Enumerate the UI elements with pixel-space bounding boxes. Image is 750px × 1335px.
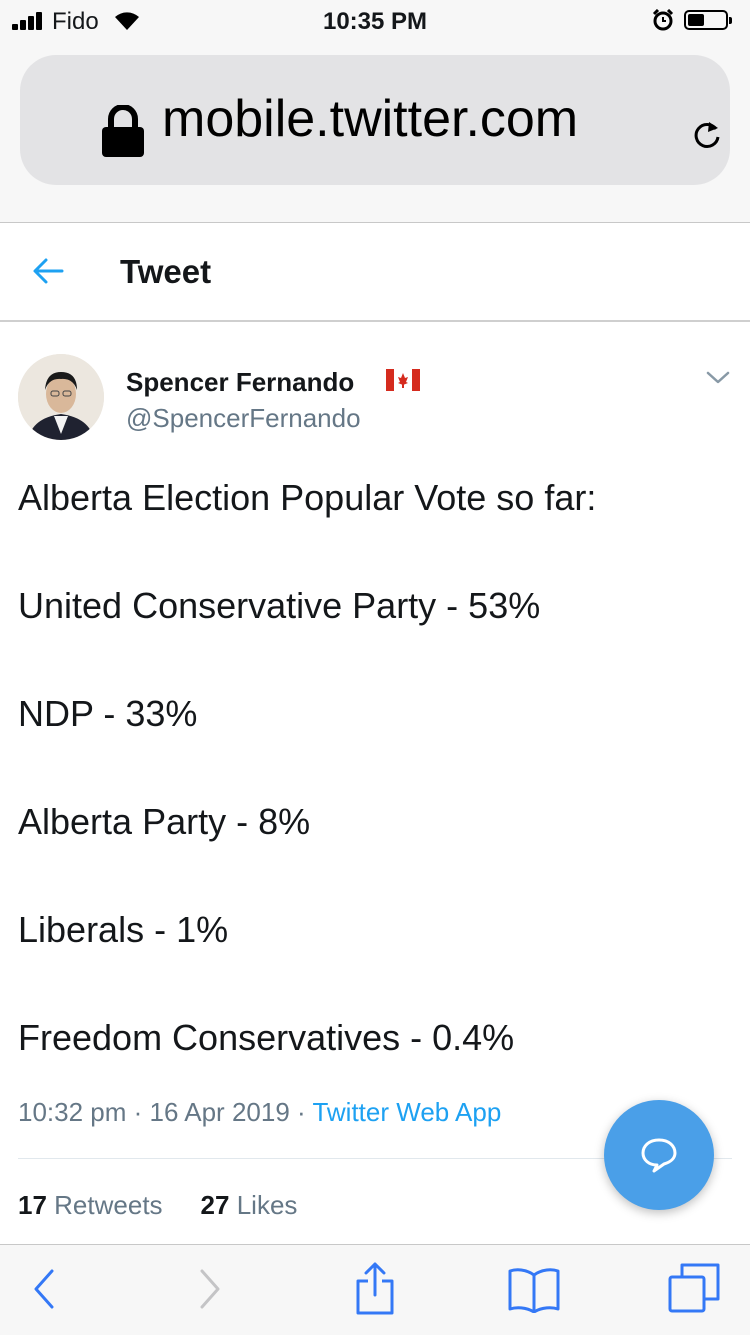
url-text: mobile.twitter.com: [162, 90, 579, 148]
address-bar[interactable]: mobile.twitter.com: [20, 55, 730, 185]
tweet-stats: 17 Retweets 27 Likes: [18, 1190, 297, 1221]
tweet-text-line: Alberta Election Popular Vote so far:: [18, 477, 597, 518]
tweet-source-link[interactable]: Twitter Web App: [312, 1097, 501, 1127]
profile-photo: [18, 354, 104, 440]
tweet-text-line: Liberals - 1%: [18, 909, 229, 950]
browser-toolbar: [0, 1244, 750, 1335]
tweet-date[interactable]: 16 Apr 2019: [150, 1097, 290, 1127]
chevron-down-icon[interactable]: [706, 370, 730, 386]
reply-bubble-icon: [641, 1138, 677, 1173]
tabs-icon[interactable]: [668, 1263, 720, 1313]
retweets-count: 17: [18, 1190, 47, 1220]
avatar[interactable]: [18, 354, 104, 440]
canada-flag-icon: [386, 369, 420, 391]
meta-separator: ·: [297, 1097, 306, 1127]
tweet-text-line: Alberta Party - 8%: [18, 801, 311, 842]
tweet-metadata: 10:32 pm · 16 Apr 2019 · Twitter Web App: [18, 1097, 501, 1128]
tweet-text-line: NDP - 33%: [18, 693, 198, 734]
tweet-text-line: United Conservative Party - 53%: [18, 585, 541, 626]
likes-stat[interactable]: 27 Likes: [201, 1190, 298, 1220]
lock-icon: [102, 105, 144, 157]
page-title: Tweet: [120, 253, 212, 290]
browser-address-area: mobile.twitter.com: [0, 40, 750, 223]
author-name[interactable]: Spencer Fernando: [126, 367, 354, 398]
retweets-stat[interactable]: 17 Retweets: [18, 1190, 163, 1220]
likes-count: 27: [200, 1190, 230, 1220]
battery-icon: [684, 10, 732, 30]
browser-back-icon[interactable]: [30, 1267, 56, 1311]
bookmarks-icon[interactable]: [508, 1267, 560, 1313]
compose-reply-button[interactable]: [604, 1100, 714, 1210]
author-handle[interactable]: @SpencerFernando: [126, 403, 361, 434]
tweet-header: Tweet: [0, 223, 750, 322]
alarm-icon: [652, 9, 674, 31]
battery-level: [688, 14, 704, 26]
likes-label: Likes: [236, 1190, 298, 1220]
reload-icon[interactable]: [690, 118, 724, 152]
status-time: 10:35 PM: [322, 8, 428, 35]
tweet-text-line: Freedom Conservatives - 0.4%: [18, 1017, 515, 1058]
browser-forward-icon[interactable]: [198, 1267, 224, 1311]
retweets-label: Retweets: [54, 1190, 163, 1220]
status-bar: Fido 10:35 PM: [0, 0, 750, 40]
back-arrow-icon[interactable]: [32, 256, 64, 286]
tweet-time[interactable]: 10:32 pm: [18, 1097, 126, 1127]
meta-separator: ·: [133, 1097, 143, 1127]
share-icon[interactable]: [355, 1261, 395, 1315]
